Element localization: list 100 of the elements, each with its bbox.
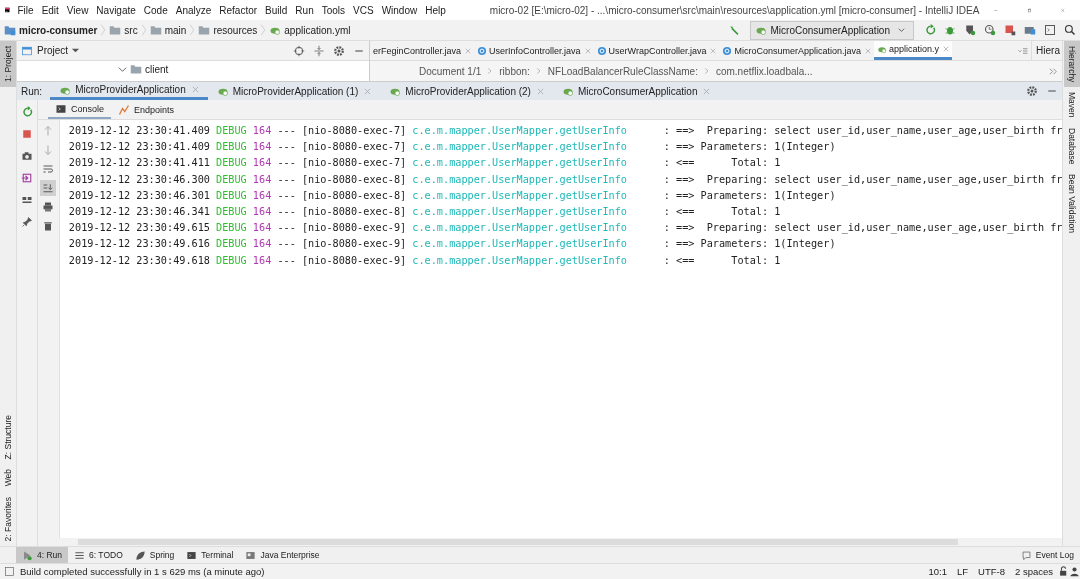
close-icon[interactable] xyxy=(584,47,591,54)
editor-tab[interactable]: application.y xyxy=(874,41,953,60)
editor-tab[interactable]: erFeginController.java xyxy=(370,41,475,60)
breadcrumb[interactable]: NFLoadBalancerRuleClassName: xyxy=(547,65,698,77)
square-icon[interactable] xyxy=(4,566,15,577)
menu-item[interactable]: Window xyxy=(381,4,418,16)
caret-icon[interactable] xyxy=(71,46,81,55)
breadcrumb[interactable]: src xyxy=(124,24,138,36)
close-icon[interactable] xyxy=(465,47,472,54)
menu-item[interactable]: Refactor xyxy=(219,4,258,16)
stop-icon[interactable] xyxy=(1004,24,1016,36)
menu-item[interactable]: Help xyxy=(425,4,446,16)
editor-tab[interactable]: UserWrapController.java xyxy=(593,41,720,60)
log-separator: --- xyxy=(277,141,296,153)
panel-title[interactable]: Project xyxy=(37,45,69,56)
tool-window-button[interactable]: 1: Project xyxy=(0,41,16,87)
breadcrumb[interactable]: application.yml xyxy=(284,24,351,36)
tool-window-button[interactable]: Hierarchy xyxy=(1063,41,1080,88)
terminal-window-icon[interactable] xyxy=(1044,24,1056,36)
run-tab[interactable]: MicroProviderApplication (1) xyxy=(207,82,381,100)
pin-icon[interactable] xyxy=(19,214,35,230)
tool-window-button[interactable]: 2: Favorites xyxy=(0,491,16,546)
tool-window-button[interactable]: Bean Validation xyxy=(1063,169,1080,239)
line-separator[interactable]: LF xyxy=(956,566,969,577)
locate-icon[interactable] xyxy=(293,44,305,57)
log-message: : ==> Preparing: select user_id,user_name,user_age,user_birth fr xyxy=(663,125,1062,136)
tree-item[interactable]: client xyxy=(145,63,169,75)
person-icon[interactable] xyxy=(1069,566,1080,577)
menu-item[interactable]: Navigate xyxy=(96,4,136,16)
unlock-icon[interactable] xyxy=(1058,566,1069,577)
close-icon[interactable] xyxy=(943,46,950,52)
settings-icon[interactable] xyxy=(333,44,345,57)
breadcrumb[interactable]: Document 1/1 xyxy=(419,65,482,77)
tool-window-button[interactable]: Terminal xyxy=(180,547,240,563)
menu-item[interactable]: File xyxy=(17,4,34,16)
log-message: : ==> Parameters: 1(Integer) xyxy=(663,141,836,153)
log-timestamp: 2019-12-12 23:30:41.409 xyxy=(68,141,210,153)
indent-setting[interactable]: 2 spaces xyxy=(1014,566,1053,577)
menu-item[interactable]: Build xyxy=(265,4,288,16)
hammer-icon[interactable] xyxy=(727,24,740,36)
run-configuration-dropdown[interactable]: MicroConsumerApplication xyxy=(749,20,914,40)
endpoints-icon xyxy=(118,103,131,116)
bug-icon[interactable] xyxy=(944,24,956,36)
menu-item[interactable]: Tools xyxy=(321,4,346,16)
folder-icon xyxy=(109,24,122,36)
breadcrumb[interactable]: main xyxy=(164,24,187,36)
close-icon[interactable] xyxy=(536,87,544,95)
close-icon[interactable] xyxy=(191,86,199,93)
clock-icon[interactable] xyxy=(984,24,996,36)
search-icon[interactable] xyxy=(1064,24,1076,36)
menu-item[interactable]: Code xyxy=(143,4,168,16)
log-logger: c.e.m.mapper.UserMapper.getUserInfo xyxy=(412,156,628,171)
tool-window-button[interactable]: 6: TODO xyxy=(68,547,129,563)
scroll-end-icon[interactable] xyxy=(40,180,57,196)
tool-window-button[interactable]: Web xyxy=(0,464,16,492)
double-chevron-icon[interactable] xyxy=(1049,66,1058,76)
tool-window-button[interactable]: Spring xyxy=(128,547,181,563)
tool-window-button[interactable]: Z: Structure xyxy=(0,409,16,465)
log-level: DEBUG xyxy=(216,254,247,266)
log-separator: --- xyxy=(277,173,296,185)
menu-item[interactable]: Run xyxy=(295,4,314,16)
breadcrumb[interactable]: resources xyxy=(213,24,258,36)
menu-item[interactable]: VCS xyxy=(353,4,374,16)
run-tab[interactable]: MicroProviderApplication xyxy=(50,82,208,100)
event-log-button[interactable]: Event Log xyxy=(1014,547,1080,563)
rerun-icon[interactable] xyxy=(924,24,936,36)
settings-icon[interactable] xyxy=(1026,85,1038,97)
tool-window-button[interactable]: Maven xyxy=(1063,87,1080,123)
list-icon xyxy=(74,549,86,561)
menu-item[interactable]: Edit xyxy=(41,4,59,16)
close-icon[interactable] xyxy=(364,87,372,95)
chevron-down-icon[interactable] xyxy=(118,64,127,74)
editor-tab[interactable]: MicroConsumerApplication.java xyxy=(719,41,875,60)
log-logger: c.e.m.mapper.UserMapper.getUserInfo xyxy=(412,140,628,155)
log-pid: 164 xyxy=(252,254,272,266)
tool-window-button[interactable]: Database xyxy=(1063,122,1080,170)
project-structure-icon[interactable] xyxy=(1024,24,1036,36)
close-icon[interactable] xyxy=(710,47,717,54)
breadcrumb[interactable]: com.netflix.loadbala... xyxy=(715,65,813,77)
log-pid: 164 xyxy=(252,125,272,136)
close-icon[interactable] xyxy=(703,87,711,95)
run-tab[interactable]: MicroConsumerApplication xyxy=(552,82,720,100)
console-tab[interactable]: Endpoints xyxy=(111,100,182,119)
tool-window-button[interactable]: 4: Run xyxy=(16,547,69,563)
file-encoding[interactable]: UTF-8 xyxy=(978,566,1005,577)
log-message: : ==> Parameters: 1(Integer) xyxy=(663,238,836,250)
menu-item[interactable]: View xyxy=(66,4,89,16)
log-logger: c.e.m.mapper.UserMapper.getUserInfo xyxy=(412,237,628,252)
tool-window-button[interactable]: Java Enterprise xyxy=(239,547,326,563)
close-icon[interactable] xyxy=(865,47,872,54)
shield-icon[interactable] xyxy=(964,24,976,36)
menu-item[interactable]: Analyze xyxy=(175,4,212,16)
cursor-position[interactable]: 10:1 xyxy=(928,566,947,577)
breadcrumb[interactable]: micro-consumer xyxy=(19,24,98,36)
collapse-icon[interactable] xyxy=(313,44,325,57)
editor-tab[interactable]: UserInfoController.java xyxy=(474,41,594,60)
breadcrumb[interactable]: ribbon: xyxy=(499,65,530,77)
log-timestamp: 2019-12-12 23:30:49.616 xyxy=(68,238,210,250)
run-tab[interactable]: MicroProviderApplication (2) xyxy=(380,82,553,100)
chevron-icon xyxy=(260,23,267,37)
